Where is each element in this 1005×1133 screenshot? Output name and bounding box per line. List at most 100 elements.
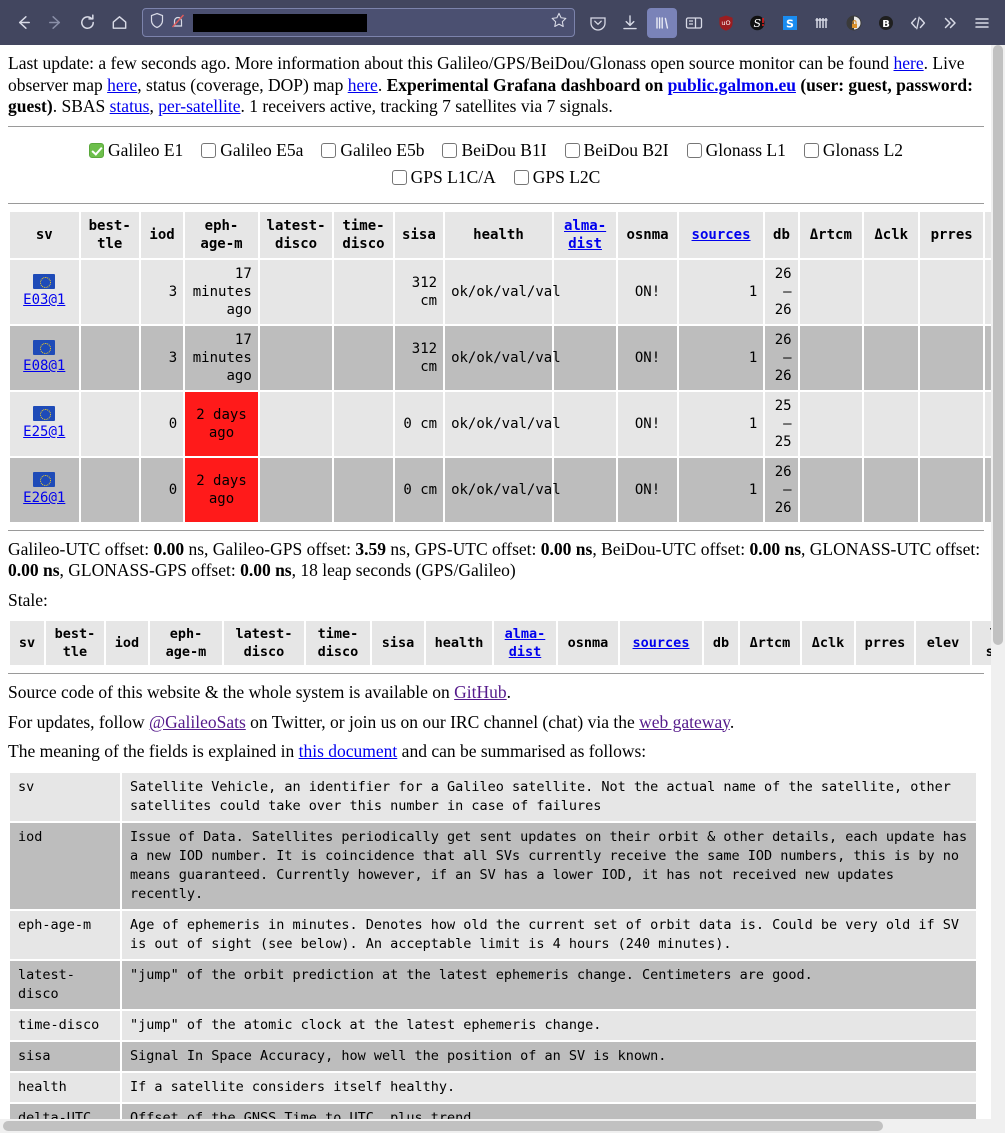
filter-checkbox-glonass-l2[interactable]: Glonass L2 <box>803 137 904 164</box>
reload-icon[interactable] <box>72 8 102 38</box>
col-header-d-rtcm: Δrtcm <box>799 211 863 258</box>
url-input-redacted[interactable] <box>193 13 367 32</box>
svg-text:S: S <box>786 17 794 30</box>
forward-arrow-icon[interactable] <box>40 8 70 38</box>
library-icon[interactable] <box>647 7 677 38</box>
glossary-description: "jump" of the orbit prediction at the la… <box>122 960 976 1009</box>
link-web-gateway[interactable]: web gateway <box>639 712 730 732</box>
filter-checkbox-galileo-e5b[interactable]: Galileo E5b <box>321 137 424 164</box>
link-public-galmon[interactable]: public.galmon.eu <box>668 75 796 95</box>
link-github[interactable]: GitHub <box>454 682 507 702</box>
sv-link[interactable]: E03@1 <box>23 292 65 308</box>
privacy-badger-icon[interactable] <box>839 8 869 38</box>
source-text-b: . <box>506 682 512 702</box>
checkbox-box[interactable] <box>321 142 337 158</box>
filter-checkbox-galileo-e5a[interactable]: Galileo E5a <box>201 137 303 164</box>
header-text-5: . SBAS <box>52 96 110 116</box>
stale-col-header-latest-disco: latest-disco <box>224 621 304 665</box>
ublock-origin-icon[interactable]: uO <box>711 8 741 38</box>
offset-value-5: 0.00 ns <box>8 560 60 580</box>
downloads-icon[interactable] <box>615 8 645 38</box>
code-icon[interactable] <box>903 8 933 38</box>
divider-below-table <box>8 529 984 531</box>
bitwarden-icon[interactable]: B <box>871 8 901 38</box>
checkbox-box[interactable] <box>88 142 104 158</box>
stale-col-header-sources[interactable]: sources <box>620 621 702 665</box>
cell-time-disco <box>334 325 393 390</box>
filter-checkbox-gps-l2c[interactable]: GPS L2C <box>513 164 600 191</box>
link-per-satellite[interactable]: per-satellite <box>158 96 240 116</box>
checkbox-box[interactable] <box>513 169 529 185</box>
cell-sisa: 0 cm <box>394 391 444 456</box>
col-header-link[interactable]: alma-dist <box>564 218 606 252</box>
glossary-key: eph-age-m <box>10 910 120 959</box>
stale-col-header-iod: iod <box>106 621 148 665</box>
s-extension-icon[interactable]: S <box>775 8 805 38</box>
link-here-2[interactable]: here <box>107 75 137 95</box>
cell-iod: 0 <box>140 391 184 456</box>
checkbox-box[interactable] <box>442 142 458 158</box>
link-galileosats[interactable]: @GalileoSats <box>149 712 246 732</box>
vertical-scrollbar[interactable] <box>991 45 1005 1133</box>
url-bar[interactable] <box>142 8 575 37</box>
shield-icon[interactable] <box>149 12 165 34</box>
main-table-scroll: sv best-tle iod eph-age-m latest-disco time-d… <box>8 210 1000 524</box>
cell-db: 26 – 26 <box>765 325 798 390</box>
stale-col-header-link[interactable]: sources <box>633 635 690 651</box>
link-this-document[interactable]: this document <box>299 741 398 761</box>
filter-checkbox-beidou-b2i[interactable]: BeiDou B2I <box>564 137 669 164</box>
cell-osnma: ON! <box>618 259 677 324</box>
checkbox-box[interactable] <box>686 142 702 158</box>
sv-link[interactable]: E26@1 <box>23 490 65 506</box>
col-header-link[interactable]: sources <box>692 227 751 243</box>
updates-paragraph: For updates, follow @GalileoSats on Twit… <box>8 712 984 734</box>
checkbox-box[interactable] <box>391 169 407 185</box>
cell-sisa: 312 cm <box>394 259 444 324</box>
checkbox-box[interactable] <box>564 142 580 158</box>
offset-value-3: 0.00 ns <box>540 538 593 559</box>
horizontal-scrollbar[interactable] <box>0 1119 991 1133</box>
col-header-alma-dist[interactable]: alma-dist <box>553 211 617 258</box>
col-header-latest-disco: latest-disco <box>259 211 333 258</box>
columns-icon[interactable] <box>807 8 837 38</box>
filter-checkbox-gps-l1c-a[interactable]: GPS L1C/A <box>391 164 496 191</box>
back-arrow-icon[interactable] <box>8 8 38 38</box>
filter-checkbox-glonass-l1[interactable]: Glonass L1 <box>686 137 786 164</box>
sci-hub-icon[interactable]: S <box>743 8 773 38</box>
link-here-3[interactable]: here <box>348 75 378 95</box>
filter-checkbox-galileo-e1[interactable]: Galileo E1 <box>88 137 183 164</box>
filter-checkbox-beidou-b1i[interactable]: BeiDou B1I <box>442 137 547 164</box>
pocket-icon[interactable] <box>583 8 613 38</box>
offset-unit-4: , <box>801 538 810 559</box>
checkbox-box[interactable] <box>803 142 819 158</box>
checkbox-box[interactable] <box>201 142 217 158</box>
home-icon[interactable] <box>104 8 134 38</box>
vertical-scrollbar-thumb[interactable] <box>993 45 1003 645</box>
cell-sisa: 312 cm <box>394 325 444 390</box>
checkbox-label: Glonass L2 <box>822 139 904 160</box>
sv-link[interactable]: E08@1 <box>23 358 65 374</box>
cell-best-tle <box>80 259 139 324</box>
link-sbas-status[interactable]: status <box>110 96 150 116</box>
permissions-blocked-icon[interactable] <box>170 12 186 34</box>
overflow-icon[interactable] <box>935 8 965 38</box>
cell-db: 26 – 26 <box>765 457 798 522</box>
offset-unit-3: , <box>592 538 602 559</box>
col-header-sources[interactable]: sources <box>678 211 764 258</box>
stale-col-header-alma-dist[interactable]: alma-dist <box>494 621 556 665</box>
cell-eph-age-m: 17 minutes ago <box>185 325 258 390</box>
stale-col-header-sv: sv <box>10 621 44 665</box>
col-header-iod: iod <box>140 211 184 258</box>
star-icon[interactable] <box>550 11 568 34</box>
checkbox-label: Glonass L1 <box>705 139 786 160</box>
fields-text-a: The meaning of the fields is explained i… <box>8 741 299 761</box>
horizontal-scrollbar-thumb[interactable] <box>3 1121 883 1131</box>
stale-col-header-link[interactable]: alma-dist <box>505 626 546 660</box>
app-menu-icon[interactable] <box>967 8 997 38</box>
fields-text-b: and can be summarised as follows: <box>397 741 647 761</box>
sidebar-icon[interactable] <box>679 8 709 38</box>
link-here-1[interactable]: here <box>894 53 924 73</box>
glossary-description: "jump" of the atomic clock at the latest… <box>122 1010 976 1040</box>
sv-link[interactable]: E25@1 <box>23 424 65 440</box>
stale-col-header-sisa: sisa <box>372 621 424 665</box>
